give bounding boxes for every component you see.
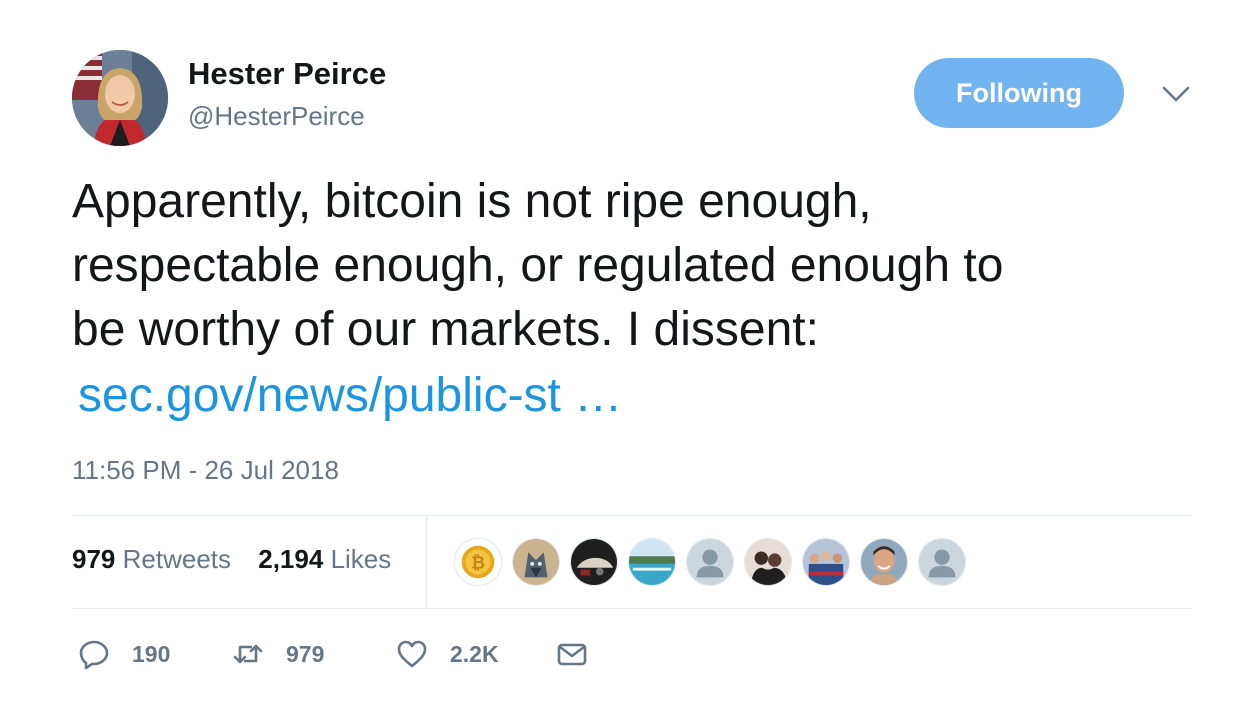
likes-label: Likes xyxy=(330,544,392,574)
heart-icon xyxy=(397,640,427,668)
author-photo xyxy=(72,50,168,146)
direct-message-button[interactable] xyxy=(556,638,588,670)
tweet-link[interactable]: sec.gov/news/public-st … xyxy=(78,364,622,428)
retweets-stat[interactable]: 979 Retweets xyxy=(72,544,231,574)
following-button[interactable]: Following xyxy=(914,58,1124,128)
tweet-text-line: respectable enough, or regulated enough … xyxy=(72,239,1004,292)
divider xyxy=(72,608,1192,609)
author-avatar[interactable] xyxy=(72,50,168,146)
divider xyxy=(72,515,1192,516)
retweet-icon xyxy=(233,644,263,664)
liker-avatar-couple[interactable] xyxy=(744,538,792,586)
retweets-count: 979 xyxy=(72,544,116,574)
likes-stat[interactable]: 2,194 Likes xyxy=(258,544,391,574)
divider xyxy=(426,515,427,608)
liker-avatar-man[interactable] xyxy=(860,538,908,586)
retweet-button[interactable]: 979 xyxy=(232,638,324,670)
reply-icon xyxy=(79,640,109,670)
liker-avatar-car[interactable] xyxy=(570,538,618,586)
tweet-text-line: be worthy of our markets. I dissent: xyxy=(72,303,819,356)
tweet-text-line: Apparently, bitcoin is not ripe enough, xyxy=(72,175,872,228)
tweet-text: Apparently, bitcoin is not ripe enough, … xyxy=(72,170,1202,362)
retweets-label: Retweets xyxy=(122,544,232,574)
liker-avatars: ₿ xyxy=(454,538,976,586)
reply-button[interactable]: 190 xyxy=(78,638,170,670)
retweet-count: 979 xyxy=(286,640,325,667)
liker-avatar-pool[interactable] xyxy=(628,538,676,586)
like-button[interactable]: 2.2K xyxy=(396,638,499,670)
chevron-down-icon[interactable] xyxy=(1160,82,1192,106)
like-count: 2.2K xyxy=(450,640,499,667)
liker-avatar-default[interactable] xyxy=(918,538,966,586)
tweet-timestamp[interactable]: 11:56 PM - 26 Jul 2018 xyxy=(72,455,339,486)
liker-avatar-wolf[interactable] xyxy=(512,538,560,586)
envelope-icon xyxy=(557,643,587,666)
author-handle[interactable]: @HesterPeirce xyxy=(188,101,365,132)
liker-avatar-bitcoin[interactable]: ₿ xyxy=(454,538,502,586)
liker-avatar-group[interactable] xyxy=(802,538,850,586)
svg-text:₿: ₿ xyxy=(471,554,485,574)
liker-avatar-default[interactable] xyxy=(686,538,734,586)
reply-count: 190 xyxy=(132,640,171,667)
likes-count: 2,194 xyxy=(258,544,324,574)
engagement-stats: 979 Retweets 2,194 Likes xyxy=(72,544,411,575)
author-name[interactable]: Hester Peirce xyxy=(188,56,386,92)
